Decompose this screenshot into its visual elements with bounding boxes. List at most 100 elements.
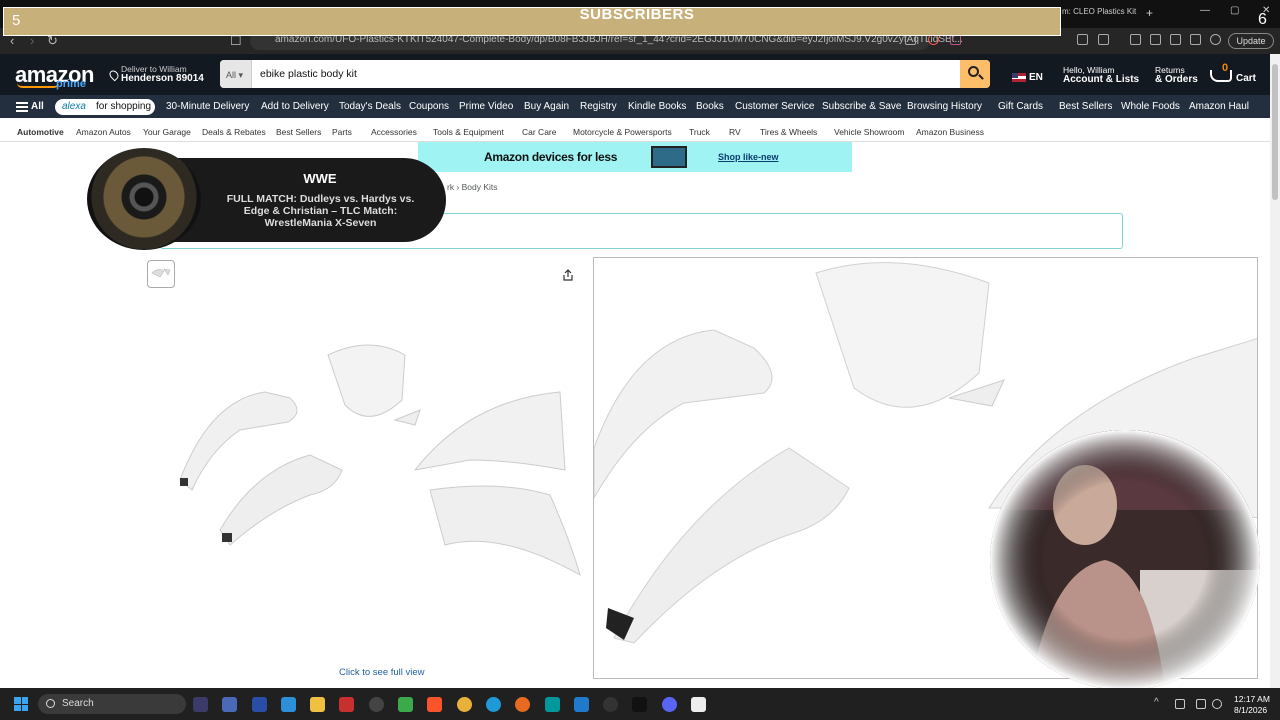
album-art-disc — [87, 148, 201, 250]
file-explorer-icon[interactable] — [310, 697, 325, 712]
now-playing-subtitle: FULL MATCH: Dudleys vs. Hardys vs. Edge … — [226, 193, 415, 229]
update-button[interactable]: Update — [1228, 33, 1274, 49]
app-icon[interactable] — [252, 697, 267, 712]
app-icon[interactable] — [398, 697, 413, 712]
nav-item[interactable]: Prime Video — [459, 101, 513, 112]
scrollbar-thumb[interactable] — [1272, 64, 1278, 200]
click-to-see-full-view[interactable]: Click to see full view — [339, 667, 425, 678]
microphone-icon[interactable] — [1175, 699, 1185, 709]
arduino-icon[interactable] — [545, 697, 560, 712]
subscribers-title: SUBSCRIBERS — [579, 6, 695, 23]
alexa-label: alexa — [62, 101, 86, 112]
subnav-item[interactable]: Deals & Rebates — [202, 127, 266, 137]
app-icon[interactable] — [281, 697, 296, 712]
chevron-up-icon[interactable]: ^ — [1154, 697, 1164, 708]
search-input[interactable] — [256, 60, 946, 88]
chrome-icon[interactable] — [457, 697, 472, 712]
subnav-item[interactable]: Automotive — [17, 127, 64, 137]
nav-item[interactable]: Browsing History — [907, 101, 982, 112]
nav-item[interactable]: 30-Minute Delivery — [166, 101, 249, 112]
alexa-label-2: for shopping — [96, 101, 152, 112]
extension-icon[interactable] — [1098, 34, 1109, 45]
vpn-icon[interactable] — [1190, 34, 1201, 45]
nav-item[interactable]: Customer Service — [735, 101, 814, 112]
search-button[interactable] — [960, 60, 990, 88]
taskbar-search[interactable] — [38, 694, 186, 714]
app-icon[interactable] — [603, 697, 618, 712]
subnav-item[interactable]: Amazon Business — [916, 127, 984, 137]
subscriber-count-left: 5 — [12, 12, 21, 29]
nav-item[interactable]: Amazon Haul — [1189, 101, 1249, 112]
nav-item[interactable]: Gift Cards — [998, 101, 1043, 112]
windows-start-icon[interactable] — [14, 697, 28, 711]
vscode-icon[interactable] — [574, 697, 589, 712]
nav-item[interactable]: Today's Deals — [339, 101, 401, 112]
app-icon[interactable] — [339, 697, 354, 712]
subnav-item[interactable]: Your Garage — [143, 127, 191, 137]
nav-all[interactable]: All — [31, 101, 44, 112]
search-category-select[interactable]: All ▾ — [220, 60, 252, 88]
tiktok-icon[interactable] — [632, 697, 647, 712]
nav-item[interactable]: Best Sellers — [1059, 101, 1112, 112]
leo-icon[interactable] — [1210, 34, 1221, 45]
subscriber-count-right: 6 — [1258, 11, 1267, 28]
nav-item[interactable]: Registry — [580, 101, 617, 112]
ad-device-image — [651, 146, 687, 168]
screen: m: CLEO Plastics Kit + — ▢ ✕ ‹ › ↻ ☐ ama… — [0, 0, 1280, 720]
shop-like-new-link[interactable]: Shop like-new — [718, 152, 779, 162]
discord-icon[interactable] — [662, 697, 677, 712]
nav-item[interactable]: Buy Again — [524, 101, 569, 112]
display-icon[interactable] — [1196, 699, 1206, 709]
subnav-item[interactable]: Tires & Wheels — [760, 127, 817, 137]
extension-icon[interactable] — [1077, 34, 1088, 45]
cart-count: 0 — [1222, 62, 1229, 74]
subnav-item[interactable]: Car Care — [522, 127, 556, 137]
cart-icon[interactable] — [1210, 70, 1232, 82]
wallet-icon[interactable] — [1170, 34, 1181, 45]
product-main-image[interactable] — [170, 330, 590, 590]
app-icon[interactable] — [193, 697, 208, 712]
nav-item[interactable]: Books — [696, 101, 724, 112]
subnav-item[interactable]: Motorcycle & Powersports — [573, 127, 672, 137]
search-category-label: All — [226, 70, 237, 80]
nav-item[interactable]: Subscribe & Save — [822, 101, 902, 112]
language-select[interactable]: EN — [1029, 72, 1043, 83]
deliver-location[interactable]: Henderson 89014 — [121, 73, 204, 84]
nav-item[interactable]: Add to Delivery — [261, 101, 329, 112]
orders-link[interactable]: & Orders — [1155, 74, 1198, 85]
us-flag-icon[interactable] — [1012, 73, 1026, 82]
brave-icon[interactable] — [427, 697, 442, 712]
now-playing-title: WWE — [303, 171, 337, 186]
subnav-item[interactable]: Parts — [332, 127, 352, 137]
app-icon[interactable] — [222, 697, 237, 712]
subnav-item[interactable]: Best Sellers — [276, 127, 321, 137]
search-icon-handle — [978, 74, 984, 80]
nav-item[interactable]: Kindle Books — [628, 101, 686, 112]
cart-link[interactable]: Cart — [1236, 73, 1256, 84]
share-icon[interactable] — [562, 269, 574, 281]
breadcrumb[interactable]: rk › Body Kits — [447, 182, 498, 192]
subnav-item[interactable]: Truck — [689, 127, 710, 137]
app-icon[interactable] — [691, 697, 706, 712]
search-bar: All ▾ — [220, 60, 990, 88]
sidebar-icon[interactable] — [1150, 34, 1161, 45]
hamburger-menu-icon[interactable] — [16, 102, 28, 112]
ad-title: Amazon devices for less — [484, 150, 618, 164]
subnav-item[interactable]: RV — [729, 127, 741, 137]
subnav-item[interactable]: Accessories — [371, 127, 417, 137]
app-icon[interactable] — [369, 697, 384, 712]
nav-item[interactable]: Coupons — [409, 101, 449, 112]
nav-item[interactable]: Whole Foods — [1121, 101, 1180, 112]
taskbar-date[interactable]: 8/1/2026 — [1234, 705, 1267, 715]
music-icon[interactable] — [1130, 34, 1141, 45]
subnav-item[interactable]: Tools & Equipment — [433, 127, 504, 137]
firefox-icon[interactable] — [515, 697, 530, 712]
subnav-item[interactable]: Amazon Autos — [76, 127, 131, 137]
product-thumbnail[interactable] — [147, 260, 175, 288]
account-lists-link[interactable]: Account & Lists — [1063, 74, 1139, 85]
volume-icon[interactable] — [1212, 699, 1222, 709]
edge-icon[interactable] — [486, 697, 501, 712]
subnav-item[interactable]: Vehicle Showroom — [834, 127, 904, 137]
taskbar-time[interactable]: 12:17 AM — [1234, 694, 1270, 704]
amazon-smile-icon — [17, 83, 59, 88]
